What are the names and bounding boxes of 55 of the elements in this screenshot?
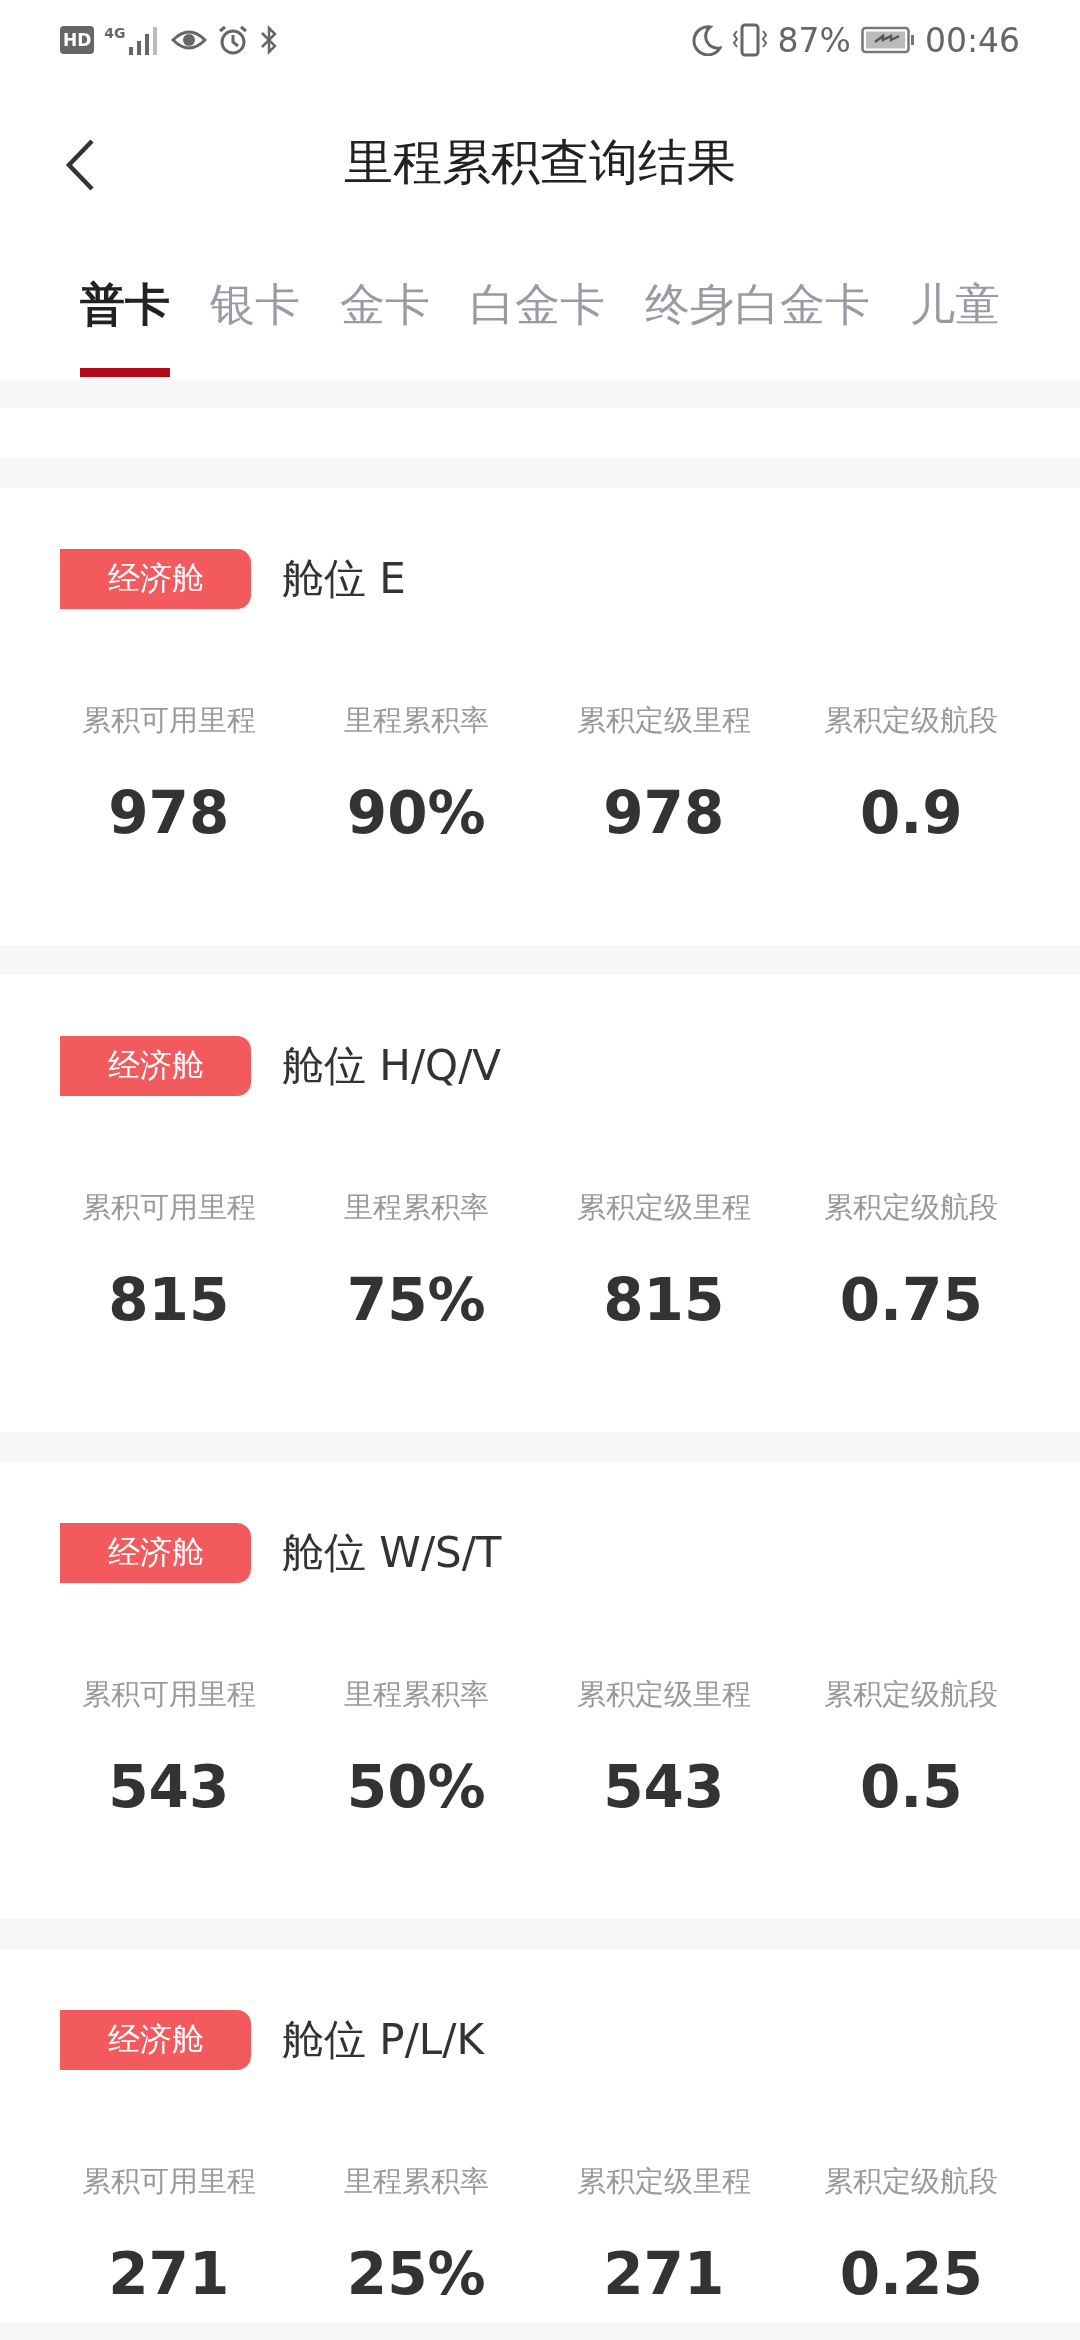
cabin-class: 舱位 P/L/K	[282, 2014, 484, 2066]
cabin-badge: 经济舱	[60, 1036, 251, 1096]
stat-label: 累积定级里程	[576, 2163, 751, 2200]
stat-label: 里程累积率	[343, 702, 489, 739]
stat-value: 978	[108, 779, 230, 847]
stat-label: 累积可用里程	[81, 1189, 256, 1226]
alarm-icon	[216, 24, 249, 56]
stat-value: 815	[108, 1266, 230, 1334]
tab[interactable]: 金卡	[340, 250, 430, 377]
stat-value: 815	[603, 1266, 725, 1334]
stat-label: 里程累积率	[343, 1189, 489, 1226]
battery-percent: 87%	[777, 20, 851, 60]
stat-label: 里程累积率	[343, 2163, 489, 2200]
stat-label: 累积可用里程	[81, 2163, 256, 2200]
tab[interactable]: 白金卡	[470, 250, 605, 377]
stat-label: 累积定级航段	[824, 1676, 999, 1713]
network-type: 4G	[104, 25, 126, 41]
stat-label: 累积定级航段	[824, 2163, 999, 2200]
stat-value: 25%	[346, 2240, 486, 2308]
page-title: 里程累积查询结果	[344, 132, 736, 193]
clock-time: 00:46	[924, 20, 1020, 60]
stat-label: 累积可用里程	[81, 702, 256, 739]
tab[interactable]: 儿童	[910, 250, 1000, 377]
stat-value: 90%	[346, 779, 486, 847]
cabin-class: 舱位 W/S/T	[282, 1527, 502, 1579]
stat-value: 543	[603, 1753, 725, 1821]
cabin-badge: 经济舱	[60, 549, 251, 609]
stat-label: 累积定级航段	[824, 1189, 999, 1226]
stat-label: 累积定级里程	[576, 1676, 751, 1713]
stat-value: 978	[603, 779, 725, 847]
cabin-class: 舱位 E	[282, 553, 406, 605]
bluetooth-icon	[258, 24, 279, 56]
stat-value: 0.9	[859, 779, 963, 847]
stat-value: 50%	[346, 1753, 486, 1821]
battery-icon	[860, 26, 915, 54]
stat-value: 543	[108, 1753, 230, 1821]
stat-value: 0.5	[859, 1753, 963, 1821]
stat-label: 累积可用里程	[81, 1676, 256, 1713]
stat-value: 271	[108, 2240, 230, 2308]
cabin-class: 舱位 H/Q/V	[282, 1040, 502, 1092]
stat-label: 累积定级航段	[824, 702, 999, 739]
stat-value: 75%	[346, 1266, 486, 1334]
hd-badge: HD	[60, 26, 95, 54]
stat-value: 0.25	[839, 2240, 983, 2308]
vibrate-icon	[731, 23, 768, 57]
tab[interactable]: 终身白金卡	[645, 250, 870, 377]
cabin-badge: 经济舱	[60, 1523, 251, 1583]
cabin-badge: 经济舱	[60, 2010, 251, 2070]
stat-value: 271	[603, 2240, 725, 2308]
stat-label: 累积定级里程	[576, 1189, 751, 1226]
stat-value: 0.75	[839, 1266, 983, 1334]
stat-label: 累积定级里程	[576, 702, 751, 739]
tab[interactable]: 银卡	[210, 250, 300, 377]
moon-icon	[691, 24, 722, 56]
stat-label: 里程累积率	[343, 1676, 489, 1713]
